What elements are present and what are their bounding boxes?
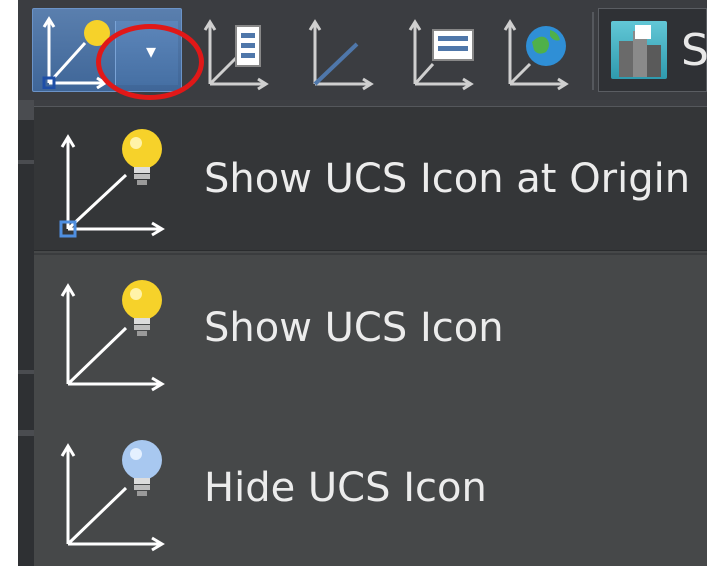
s-button-label: S: [681, 25, 707, 76]
menu-item-show-ucs-icon[interactable]: Show UCS Icon: [34, 256, 707, 401]
ucs-icon-lightbulb-on-icon: [60, 280, 165, 392]
ucs-named-list-icon: [408, 19, 474, 91]
ucs-icon-at-origin-lightbulb-icon: [59, 129, 165, 238]
menu-separator: [34, 253, 707, 255]
ucs-axis-icon: [308, 19, 374, 91]
ucs-properties-icon: [203, 19, 269, 91]
menu-item-show-ucs-icon-at-origin[interactable]: Show UCS Icon at Origin: [34, 106, 707, 251]
ucs-toolbar: ▾ S: [18, 0, 707, 100]
menu-item-label: Show UCS Icon: [204, 305, 504, 351]
ucs-world-button[interactable]: [498, 8, 578, 92]
ucs-icon-dropdown-menu: Show UCS Icon at Origin Show UCS Icon Hi…: [34, 106, 707, 566]
ucs-properties-button[interactable]: [198, 8, 278, 92]
ucs-icon-lightbulb-off-icon: [60, 440, 165, 552]
ucs-axis-button[interactable]: [303, 8, 383, 92]
menu-item-hide-ucs-icon[interactable]: Hide UCS Icon: [34, 416, 707, 561]
globe-icon: [503, 19, 569, 91]
menu-item-label: Hide UCS Icon: [204, 465, 487, 511]
toolbar-divider: [592, 12, 594, 90]
menu-item-label: Show UCS Icon at Origin: [204, 156, 691, 202]
left-edge-strip: [18, 100, 34, 566]
s-button[interactable]: S: [598, 8, 707, 92]
highlight-circle: [96, 24, 204, 100]
app-shell: ▾ S Show UCS Icon at Origin Show UCS Ico…: [18, 0, 707, 566]
ucs-named-list-button[interactable]: [403, 8, 483, 92]
3d-city-icon: [611, 21, 667, 79]
